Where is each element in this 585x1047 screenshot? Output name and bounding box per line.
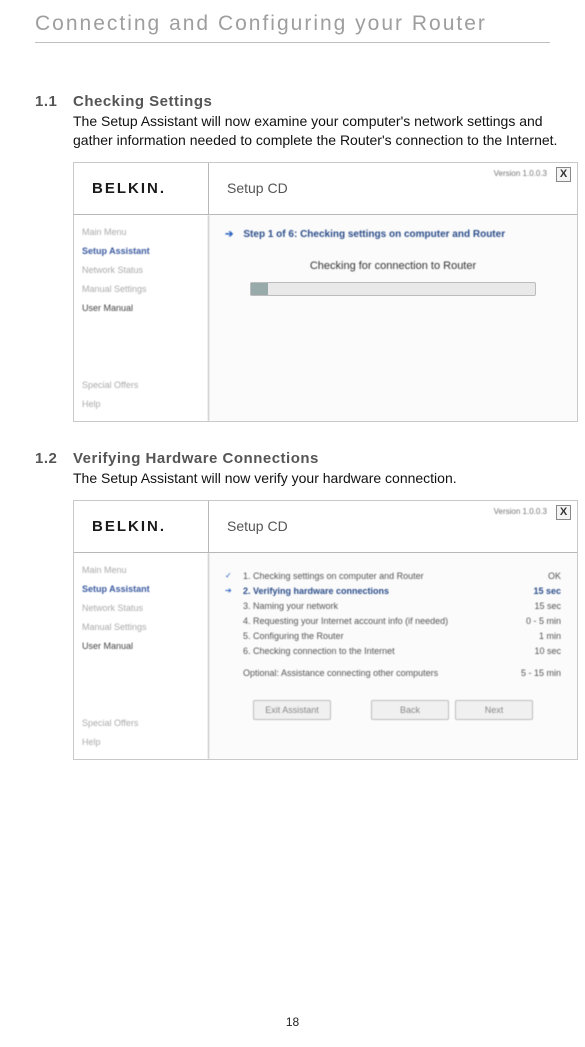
checking-label: Checking for connection to Router [225, 260, 561, 272]
sidebar: Main Menu Setup Assistant Network Status… [74, 215, 209, 421]
section-1-1: 1.1 Checking Settings The Setup Assistan… [35, 93, 550, 422]
arrow-right-icon: ➔ [225, 229, 233, 240]
title-rule [35, 42, 550, 43]
card-title: Setup CD [227, 518, 288, 534]
page-number: 18 [0, 1015, 585, 1029]
belkin-logo: BELKIN. [74, 163, 209, 214]
steps-list: ✓ 1. Checking settings on computer and R… [225, 571, 561, 656]
section-text: The Setup Assistant will now verify your… [73, 469, 578, 488]
version-label: Version 1.0.0.3 [494, 507, 547, 516]
step-label: 6. Checking connection to the Internet [243, 646, 506, 656]
step-label: 3. Naming your network [243, 601, 506, 611]
step-time: 15 sec [506, 586, 561, 596]
close-icon[interactable]: X [556, 505, 571, 520]
sidebar-item-user-manual[interactable]: User Manual [82, 641, 200, 651]
section-text: The Setup Assistant will now examine you… [73, 112, 578, 150]
sidebar-item-help[interactable]: Help [82, 737, 200, 747]
content-pane-2: ✓ 1. Checking settings on computer and R… [209, 553, 577, 759]
section-number: 1.1 [35, 93, 63, 110]
content-pane-1: ➔ Step 1 of 6: Checking settings on comp… [209, 215, 577, 421]
sidebar-item-main[interactable]: Main Menu [82, 227, 200, 237]
step-time: 0 - 5 min [506, 616, 561, 626]
step-time: 10 sec [506, 646, 561, 656]
page-heading: Connecting and Configuring your Router [35, 12, 550, 36]
step-label: 1. Checking settings on computer and Rou… [243, 571, 506, 581]
sidebar-item-user-manual[interactable]: User Manual [82, 303, 200, 313]
sidebar: Main Menu Setup Assistant Network Status… [74, 553, 209, 759]
exit-assistant-button[interactable]: Exit Assistant [253, 700, 331, 720]
screenshot-card-2: BELKIN. Setup CD Version 1.0.0.3 X Main … [73, 500, 578, 760]
step-time: 1 min [506, 631, 561, 641]
step-label: 2. Verifying hardware connections [243, 586, 506, 596]
optional-label: Optional: Assistance connecting other co… [225, 668, 506, 678]
section-heading: Checking Settings [73, 93, 578, 110]
check-icon: ✓ [225, 571, 243, 580]
belkin-logo: BELKIN. [74, 501, 209, 552]
next-button[interactable]: Next [455, 700, 533, 720]
sidebar-item-manual-settings[interactable]: Manual Settings [82, 284, 200, 294]
step-time: OK [506, 571, 561, 581]
back-button[interactable]: Back [371, 700, 449, 720]
sidebar-item-help[interactable]: Help [82, 399, 200, 409]
optional-time: 5 - 15 min [506, 668, 561, 678]
sidebar-item-setup[interactable]: Setup Assistant [82, 584, 200, 594]
progress-bar [250, 282, 536, 296]
sidebar-item-special-offers[interactable]: Special Offers [82, 380, 200, 390]
step-line-text: Step 1 of 6: Checking settings on comput… [243, 229, 505, 240]
version-label: Version 1.0.0.3 [494, 169, 547, 178]
section-heading: Verifying Hardware Connections [73, 450, 578, 467]
sidebar-item-manual-settings[interactable]: Manual Settings [82, 622, 200, 632]
card-title: Setup CD [227, 180, 288, 196]
arrow-right-icon: ➔ [225, 586, 243, 595]
section-number: 1.2 [35, 450, 63, 467]
sidebar-item-main[interactable]: Main Menu [82, 565, 200, 575]
close-icon[interactable]: X [556, 167, 571, 182]
sidebar-item-network[interactable]: Network Status [82, 265, 200, 275]
step-label: 4. Requesting your Internet account info… [243, 616, 506, 626]
sidebar-item-setup[interactable]: Setup Assistant [82, 246, 200, 256]
step-label: 5. Configuring the Router [243, 631, 506, 641]
sidebar-item-special-offers[interactable]: Special Offers [82, 718, 200, 728]
step-time: 15 sec [506, 601, 561, 611]
sidebar-item-network[interactable]: Network Status [82, 603, 200, 613]
section-1-2: 1.2 Verifying Hardware Connections The S… [35, 450, 550, 760]
progress-fill [251, 283, 268, 295]
screenshot-card-1: BELKIN. Setup CD Version 1.0.0.3 X Main … [73, 162, 578, 422]
